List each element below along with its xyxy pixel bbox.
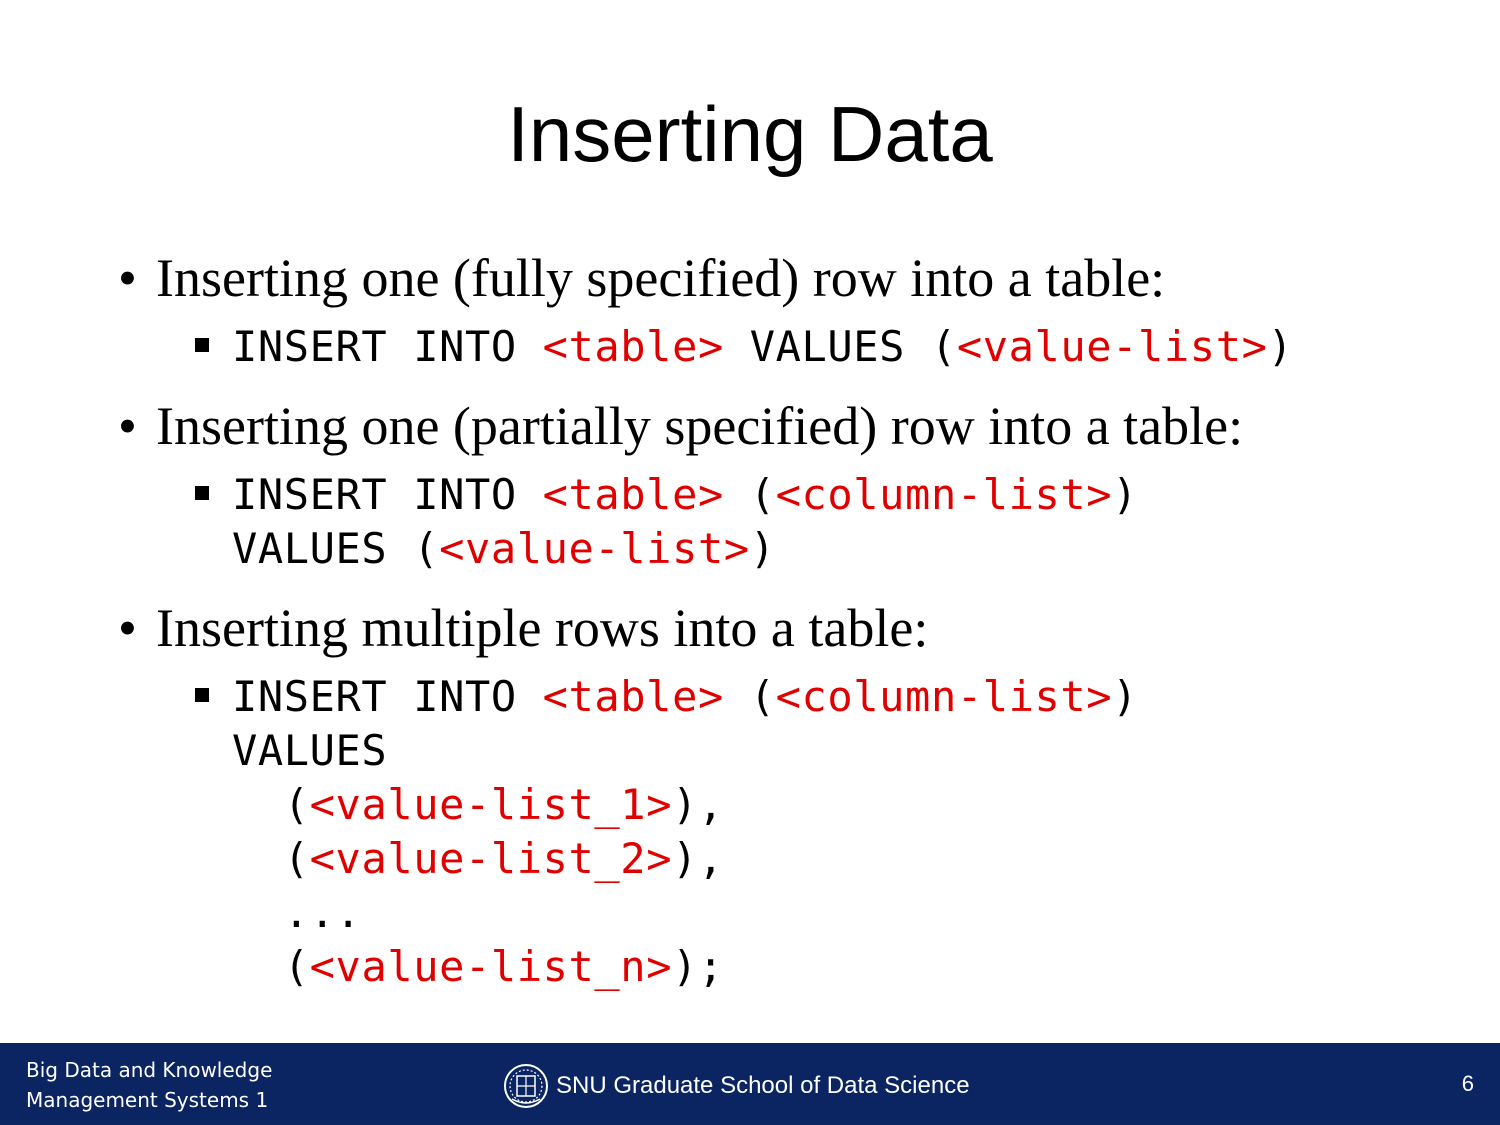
bullet-dot-icon: •	[118, 248, 137, 308]
code-line: (<value-list_1>),	[232, 778, 1138, 832]
code-placeholder: <value-list_2>	[309, 834, 673, 883]
bullet-dot-icon: •	[118, 598, 137, 658]
code-line: VALUES (<value-list>)	[232, 522, 1138, 576]
bullet-text: Inserting one (fully specified) row into…	[156, 248, 1166, 308]
square-bullet-icon	[195, 486, 209, 500]
bullet-item: • Inserting multiple rows into a table:	[118, 598, 928, 658]
code-placeholder: <table>	[542, 672, 724, 721]
course-name: Big Data and Knowledge Management System…	[26, 1055, 272, 1115]
slide-title: Inserting Data	[507, 90, 993, 178]
code-keyword: (	[232, 834, 310, 883]
code-keyword: INSERT INTO	[232, 672, 543, 721]
code-keyword: )	[1267, 322, 1294, 371]
code-line: (<value-list_2>),	[232, 832, 1138, 886]
code-keyword: INSERT INTO	[232, 470, 543, 519]
code-line: INSERT INTO <table> (<column-list>)	[232, 468, 1138, 522]
code-placeholder: <column-list>	[775, 672, 1113, 721]
code-keyword: ),	[672, 834, 724, 883]
code-keyword: )	[1112, 672, 1139, 721]
bullet-dot-icon: •	[118, 396, 137, 456]
code-keyword: (	[723, 672, 776, 721]
code-keyword: ...	[232, 888, 362, 937]
code-keyword: INSERT INTO	[232, 322, 543, 371]
course-name-line2: Management Systems 1	[26, 1088, 269, 1112]
page-number: 6	[1461, 1071, 1474, 1096]
code-placeholder: <value-list>	[439, 524, 750, 573]
bullet-text: Inserting multiple rows into a table:	[156, 598, 929, 658]
snu-seal-icon	[504, 1064, 548, 1108]
code-placeholder: <value-list>	[956, 322, 1268, 371]
code-keyword: VALUES (	[723, 322, 957, 371]
code-keyword: VALUES (	[232, 524, 440, 573]
code-block: INSERT INTO <table> (<column-list>) VALUE…	[195, 670, 1137, 991]
code-line: INSERT INTO <table> (<column-list>)	[232, 670, 1138, 724]
code-keyword: )	[749, 524, 776, 573]
square-bullet-icon	[195, 688, 209, 702]
code-keyword: )	[1112, 470, 1139, 519]
code-keyword: (	[232, 780, 310, 829]
code-placeholder: <table>	[542, 470, 724, 519]
square-bullet-icon	[195, 338, 209, 352]
code-keyword: (	[723, 470, 776, 519]
school-branding: SNU Graduate School of Data Science	[502, 1063, 970, 1109]
code-keyword: );	[672, 942, 724, 991]
course-name-line1: Big Data and Knowledge	[26, 1058, 273, 1082]
bullet-item: • Inserting one (fully specified) row int…	[118, 248, 1165, 308]
bullet-item: • Inserting one (partially specified) row…	[118, 396, 1243, 456]
code-placeholder: <column-list>	[775, 470, 1113, 519]
school-name: SNU Graduate School of Data Science	[556, 1072, 970, 1099]
footer-bar: Big Data and Knowledge Management System…	[0, 1043, 1500, 1125]
bullet-text: Inserting one (partially specified) row …	[156, 396, 1244, 456]
code-keyword: VALUES	[232, 726, 388, 775]
code-line: ...	[232, 886, 1138, 940]
code-keyword: ),	[672, 780, 724, 829]
code-line: (<value-list_n>);	[232, 940, 1138, 994]
code-line: VALUES	[232, 724, 1138, 778]
code-placeholder: <value-list_1>	[309, 780, 673, 829]
code-line: INSERT INTO <table> VALUES (<value-list>…	[232, 320, 1293, 374]
code-lines: INSERT INTO <table> (<column-list>) VALUE…	[232, 468, 1138, 576]
code-keyword: (	[232, 942, 310, 991]
code-placeholder: <table>	[542, 322, 724, 371]
code-lines: INSERT INTO <table> (<column-list>) VALUE…	[232, 670, 1138, 994]
code-lines: INSERT INTO <table> VALUES (<value-list>…	[232, 320, 1293, 374]
code-placeholder: <value-list_n>	[309, 942, 673, 991]
